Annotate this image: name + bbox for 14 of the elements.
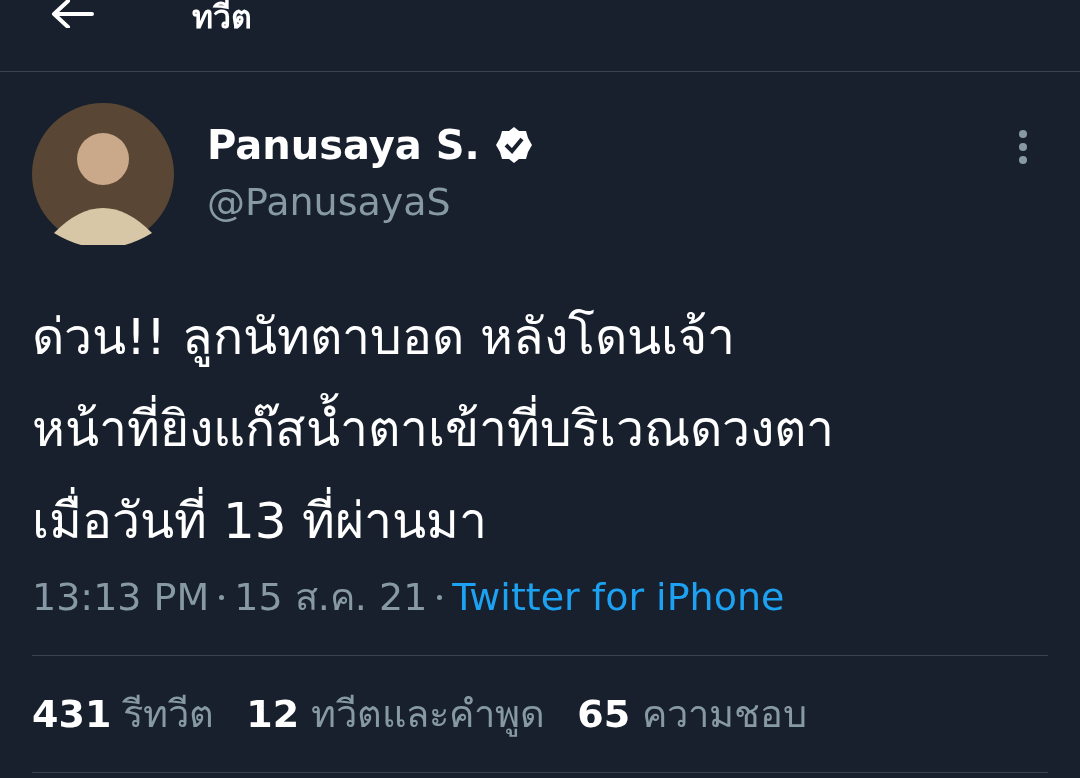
source-link[interactable]: Twitter for iPhone: [452, 573, 785, 621]
stat-link[interactable]: 65 ความชอบ: [577, 685, 808, 743]
tweet-text-line: หน้าที่ยิงแก๊สน้ำตาเข้าที่บริเวณดวงตา: [32, 383, 1048, 475]
tweet-text-line: ด่วน!! ลูกนัทตาบอด หลังโดนเจ้า: [32, 307, 736, 369]
more-options-icon[interactable]: [1018, 129, 1028, 165]
tweet-text-line: เมื่อวันที่ 13 ที่ผ่านมา: [32, 475, 1048, 567]
back-arrow-icon[interactable]: [50, 0, 96, 28]
stat-link[interactable]: 12 ทวีตและคำพูด: [246, 685, 546, 743]
author-handle[interactable]: @PanusayaS: [207, 179, 451, 225]
stat-link[interactable]: 431 รีทวีต: [32, 685, 215, 743]
tweet-date: 15 ส.ค. 21: [234, 574, 428, 621]
tweet-time: 13:13 PM: [32, 574, 210, 621]
author-name[interactable]: Panusaya S.: [207, 121, 480, 169]
header-title: ทวีต: [192, 0, 252, 34]
